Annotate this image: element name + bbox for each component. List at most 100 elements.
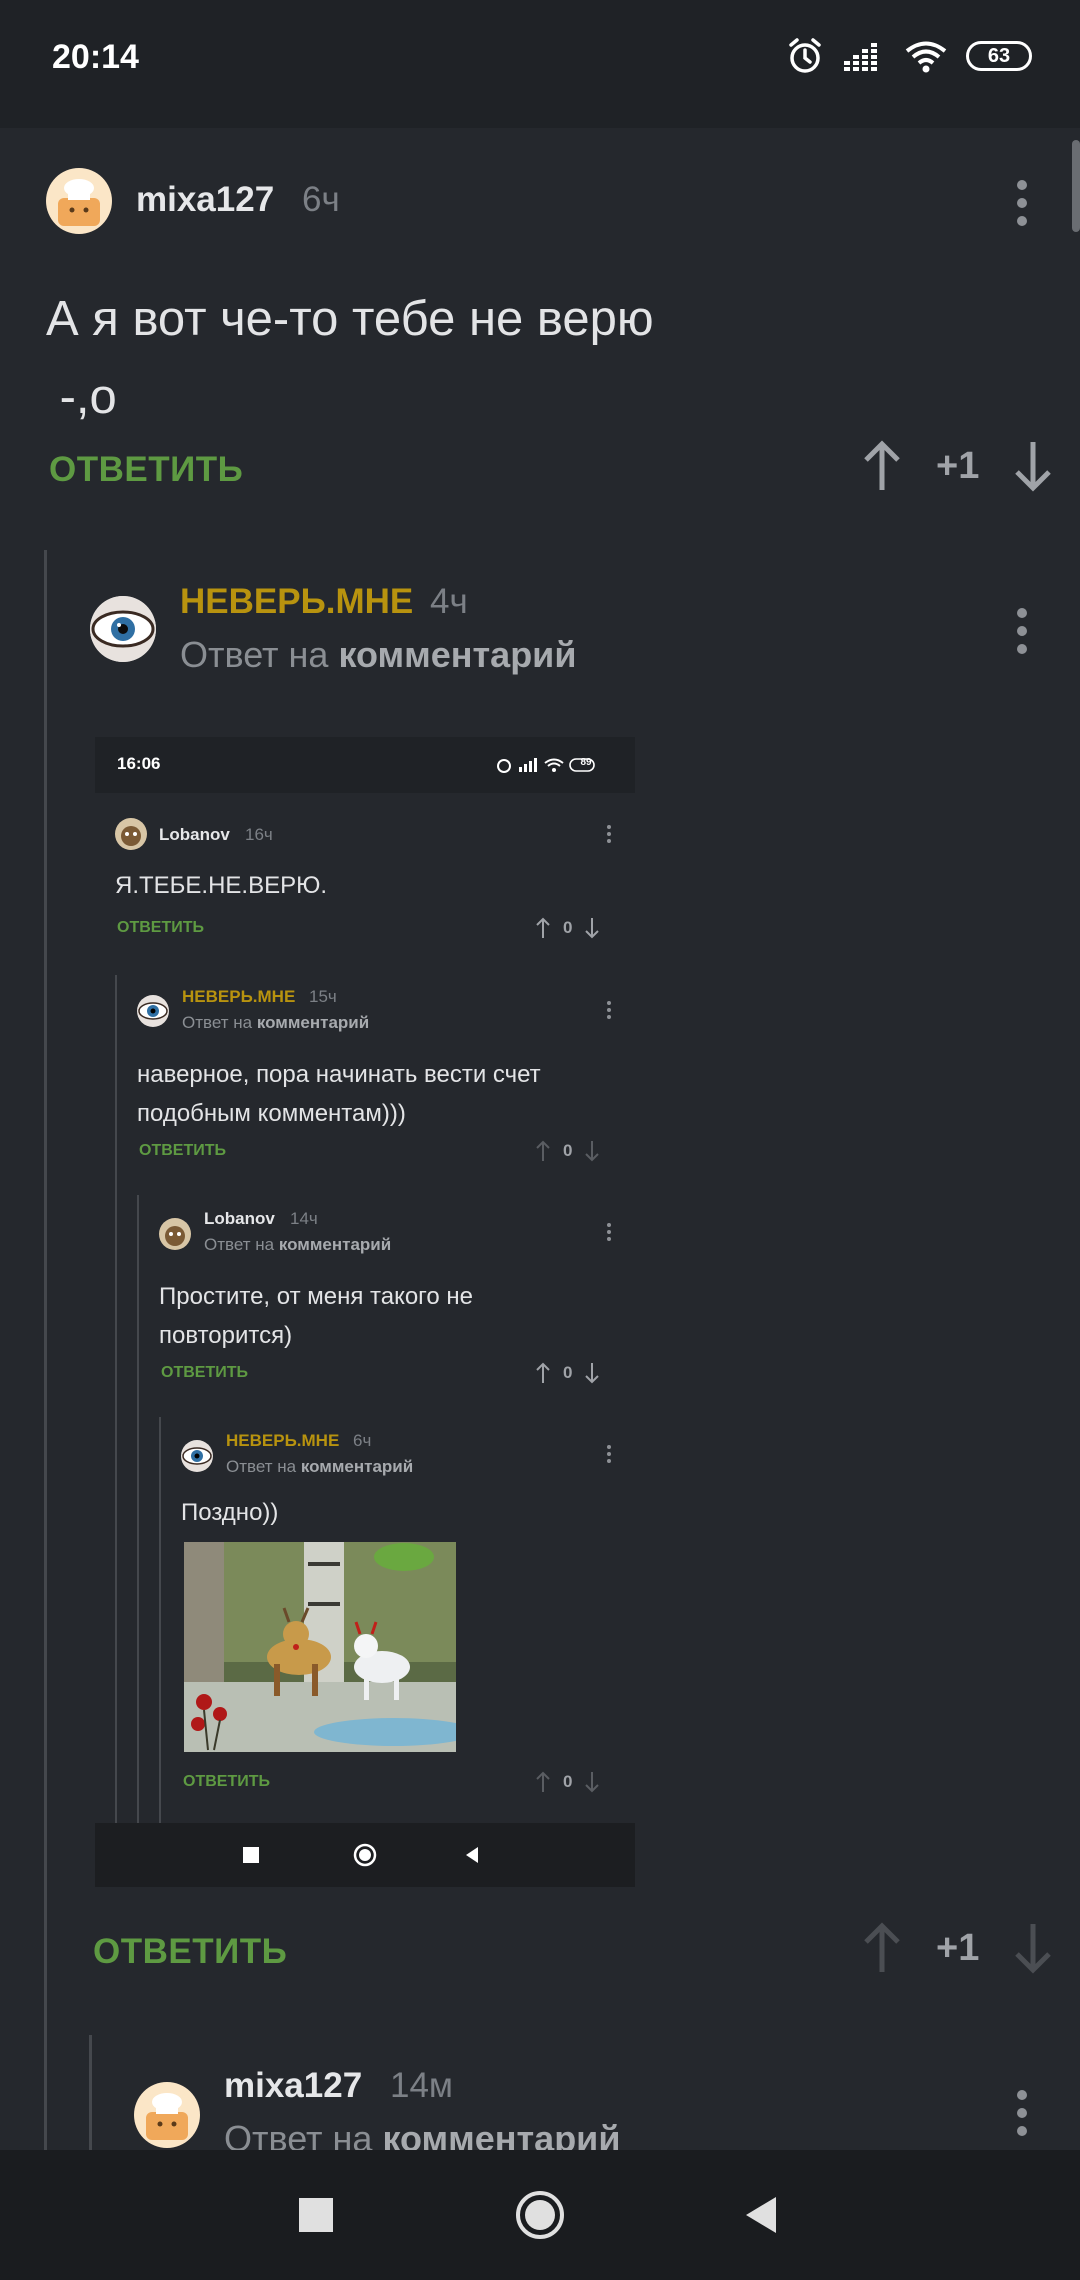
embedded-score: 0 [563, 1141, 573, 1160]
square-nav-icon[interactable] [296, 2195, 336, 2235]
embedded-text: Я.ТЕБЕ.НЕ.ВЕРЮ. [115, 872, 328, 899]
embedded-vote: 0 [535, 917, 600, 939]
embedded-username: Lobanov [159, 825, 230, 844]
avatar[interactable] [134, 2082, 200, 2148]
wifi-icon [905, 41, 947, 73]
alarm-icon [789, 38, 821, 73]
embedded-nav-bar [95, 1823, 635, 1887]
arrow-up-icon[interactable] [862, 440, 902, 492]
embedded-text: Поздно)) [181, 1499, 279, 1526]
scrollbar[interactable] [1072, 140, 1080, 232]
circle-nav-icon[interactable] [514, 2189, 566, 2241]
embedded-time: 6ч [353, 1431, 372, 1450]
embedded-time: 16ч [245, 825, 273, 844]
embedded-score: 0 [563, 1772, 573, 1791]
comment-time: 4ч [430, 582, 468, 621]
embedded-reply-prefix: Ответ на [226, 1457, 297, 1476]
status-bar: 20:14 63 [0, 0, 1080, 128]
thread-line [89, 2035, 92, 2150]
more-vert-icon[interactable] [1017, 608, 1027, 654]
comment-time: 14м [390, 2066, 453, 2105]
embedded-thread-line [115, 975, 117, 1825]
navigation-bar [0, 2150, 1080, 2280]
username[interactable]: mixa127 [224, 2066, 362, 2106]
comment-text-line: -,о [46, 370, 117, 424]
reply-button[interactable]: ОТВЕТИТЬ [49, 450, 243, 490]
embedded-more-icon [607, 1223, 611, 1241]
embedded-battery: 89 [580, 757, 592, 768]
embedded-score: 0 [563, 918, 573, 937]
back-nav-icon[interactable] [742, 2195, 782, 2235]
signal-icon [844, 43, 877, 71]
embedded-time: 15ч [309, 987, 337, 1006]
eye-avatar-icon [90, 596, 156, 662]
battery-icon: 63 [966, 41, 1032, 71]
comment-time: 6ч [302, 180, 340, 219]
arrow-down-icon[interactable] [1013, 440, 1053, 492]
embedded-thread-line [159, 1417, 161, 1825]
arrow-up-icon[interactable] [862, 1922, 902, 1974]
embedded-reply-target: комментарий [256, 1013, 370, 1032]
username[interactable]: mixa127 [136, 180, 274, 220]
embedded-avatar [137, 995, 169, 1027]
embedded-status-bar: 16:06 89 [95, 737, 635, 793]
embedded-reply-to: Ответ на комментарий [204, 1235, 391, 1255]
embedded-text-line: повторится) [159, 1322, 293, 1349]
reply-to[interactable]: Ответ на комментарий [180, 634, 576, 676]
avatar[interactable] [46, 168, 112, 234]
embedded-reply-prefix: Ответ на [204, 1235, 275, 1254]
embedded-reply-target: комментарий [278, 1235, 392, 1254]
chef-avatar-icon [146, 2093, 188, 2140]
vote-controls: +1 [862, 1922, 1053, 1974]
embedded-more-icon [607, 825, 611, 843]
avatar[interactable] [90, 596, 156, 662]
embedded-avatar [115, 818, 147, 850]
embedded-time: 14ч [290, 1209, 318, 1228]
embedded-vote: 0 [535, 1362, 600, 1384]
embedded-status-time: 16:06 [117, 754, 161, 773]
embedded-reply-label: ОТВЕТИТЬ [117, 919, 204, 936]
embedded-text-line: подобным комментам))) [137, 1100, 406, 1127]
embedded-avatar [159, 1218, 191, 1250]
embedded-text: Простите, от меня такого не повторится) [159, 1277, 473, 1355]
embedded-reply-to: Ответ на комментарий [182, 1013, 369, 1033]
comment-image[interactable]: 16:06 89 Lobanov 16ч Я.ТЕБЕ.НЕ.ВЕРЮ. ОТВ… [95, 737, 635, 1887]
reply-to-prefix: Ответ на [180, 634, 329, 675]
embedded-avatar [181, 1440, 213, 1472]
embedded-text-line: наверное, пора начинать вести счет [137, 1061, 541, 1088]
embedded-text: наверное, пора начинать вести счет подоб… [137, 1055, 541, 1133]
embedded-more-icon [607, 1445, 611, 1463]
vote-controls: +1 [862, 440, 1053, 492]
embedded-username: НЕВЕРЬ.МНЕ [226, 1431, 340, 1450]
thread-line [44, 550, 47, 2150]
embedded-reply-target: комментарий [300, 1457, 414, 1476]
comment-text: А я вот че-то тебе не верю -,о [46, 280, 654, 436]
status-time: 20:14 [52, 38, 139, 76]
embedded-vote: 0 [535, 1140, 600, 1162]
embedded-username: Lobanov [204, 1209, 275, 1228]
embedded-text-line: Простите, от меня такого не [159, 1283, 474, 1310]
vote-score: +1 [936, 1926, 980, 1969]
embedded-reply-label: ОТВЕТИТЬ [139, 1142, 226, 1159]
chef-avatar-icon [58, 179, 100, 226]
arrow-down-icon[interactable] [1013, 1922, 1053, 1974]
embedded-username: НЕВЕРЬ.МНЕ [182, 987, 296, 1006]
more-vert-icon[interactable] [1017, 180, 1027, 226]
embedded-reply-to: Ответ на комментарий [226, 1457, 413, 1477]
vote-score: +1 [936, 444, 980, 487]
embedded-nav-icons [243, 1843, 478, 1867]
embedded-vote: 0 [535, 1771, 600, 1793]
status-icons: 63 [786, 36, 1032, 76]
embedded-score: 0 [563, 1363, 573, 1382]
embedded-thread-line [137, 1195, 139, 1825]
reply-button[interactable]: ОТВЕТИТЬ [93, 1932, 287, 1972]
embedded-reply-label: ОТВЕТИТЬ [161, 1364, 248, 1381]
username[interactable]: НЕВЕРЬ.МНЕ [180, 582, 413, 622]
embedded-reply-prefix: Ответ на [182, 1013, 253, 1032]
comment-text-line: А я вот че-то тебе не верю [46, 292, 654, 346]
embedded-more-icon [607, 1001, 611, 1019]
more-vert-icon[interactable] [1017, 2090, 1027, 2136]
reply-to-link[interactable]: комментарий [338, 634, 576, 675]
embedded-reply-label: ОТВЕТИТЬ [183, 1773, 270, 1790]
embedded-photo [184, 1542, 456, 1752]
